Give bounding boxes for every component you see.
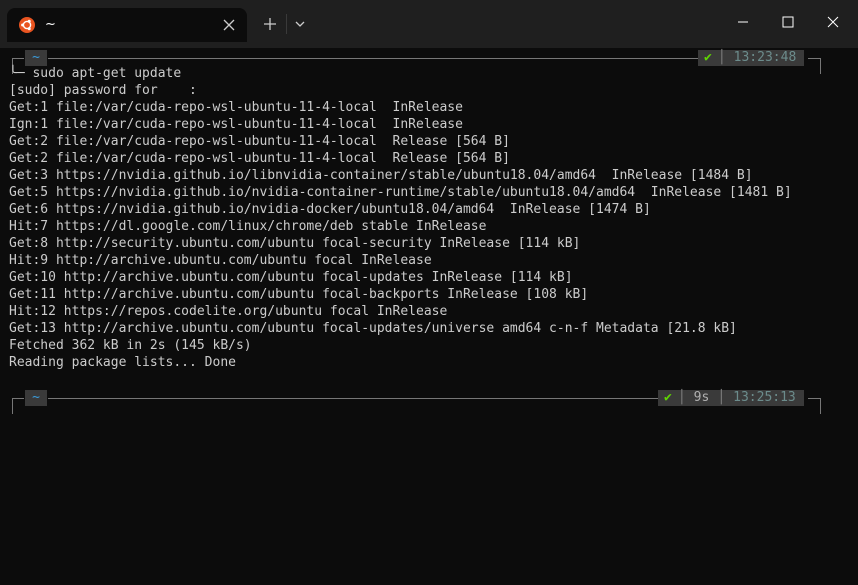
output-line: [sudo] password for : — [9, 83, 197, 98]
output-line: Get:5 https://nvidia.github.io/nvidia-co… — [9, 185, 792, 200]
output-line: Get:13 http://archive.ubuntu.com/ubuntu … — [9, 321, 737, 336]
prompt-frame-right — [820, 398, 821, 414]
output-line: Hit:9 http://archive.ubuntu.com/ubuntu f… — [9, 253, 432, 268]
prompt-dir: ~ — [25, 50, 47, 66]
prompt-frame-left — [12, 398, 13, 414]
ubuntu-icon — [19, 17, 35, 33]
chevron-down-icon[interactable] — [292, 16, 308, 32]
prompt-rule — [48, 398, 658, 399]
success-check-icon: ✔ — [664, 390, 672, 405]
prompt-frame-top-left — [12, 398, 24, 399]
output-line: Get:6 https://nvidia.github.io/nvidia-do… — [9, 202, 651, 217]
output-line: Hit:7 https://dl.google.com/linux/chrome… — [9, 219, 487, 234]
prompt-status: ✔ │ 9s │ 13:25:13 — [658, 390, 804, 406]
maximize-icon[interactable] — [778, 12, 798, 32]
output-line: Get:8 http://security.ubuntu.com/ubuntu … — [9, 236, 581, 251]
title-bar: ~ — [0, 0, 858, 48]
terminal-area[interactable]: ~ ✔ │ 13:23:48 ╰─ sudo apt-get update [sud… — [0, 48, 858, 585]
command-text: sudo apt-get update — [32, 66, 182, 81]
command-line: ╰─ sudo apt-get update — [9, 66, 182, 81]
prompt-frame-right — [820, 58, 821, 74]
output-line: Hit:12 https://repos.codelite.org/ubuntu… — [9, 304, 448, 319]
prompt-frame-top-left — [12, 58, 24, 59]
prompt-rule — [48, 58, 698, 59]
prompt-time: 13:25:13 — [733, 390, 796, 405]
close-window-icon[interactable] — [823, 12, 843, 32]
output-line: Fetched 362 kB in 2s (145 kB/s) — [9, 338, 252, 353]
prompt-dir: ~ — [25, 390, 47, 406]
tab-ubuntu[interactable]: ~ — [7, 8, 247, 42]
prompt-status: ✔ │ 13:23:48 — [698, 50, 805, 66]
plus-icon[interactable] — [260, 14, 280, 34]
output-line: Ign:1 file:/var/cuda-repo-wsl-ubuntu-11-… — [9, 117, 463, 132]
output-line: Get:1 file:/var/cuda-repo-wsl-ubuntu-11-… — [9, 100, 463, 115]
output-line: Get:3 https://nvidia.github.io/libnvidia… — [9, 168, 753, 183]
success-check-icon: ✔ — [704, 50, 712, 65]
output-line: Reading package lists... Done — [9, 355, 236, 370]
close-icon[interactable] — [219, 15, 239, 35]
prompt-time: 13:23:48 — [733, 50, 797, 65]
tab-title: ~ — [45, 17, 56, 32]
output-line: Get:10 http://archive.ubuntu.com/ubuntu … — [9, 270, 573, 285]
output-line: Get:2 file:/var/cuda-repo-wsl-ubuntu-11-… — [9, 134, 510, 149]
prompt-frame-top-right — [808, 58, 820, 59]
prompt-duration: 9s — [693, 390, 710, 405]
prompt-frame-top-right — [808, 398, 820, 399]
output-line: Get:11 http://archive.ubuntu.com/ubuntu … — [9, 287, 589, 302]
output-line: Get:2 file:/var/cuda-repo-wsl-ubuntu-11-… — [9, 151, 510, 166]
tab-separator — [286, 14, 287, 34]
minimize-icon[interactable] — [733, 12, 753, 32]
